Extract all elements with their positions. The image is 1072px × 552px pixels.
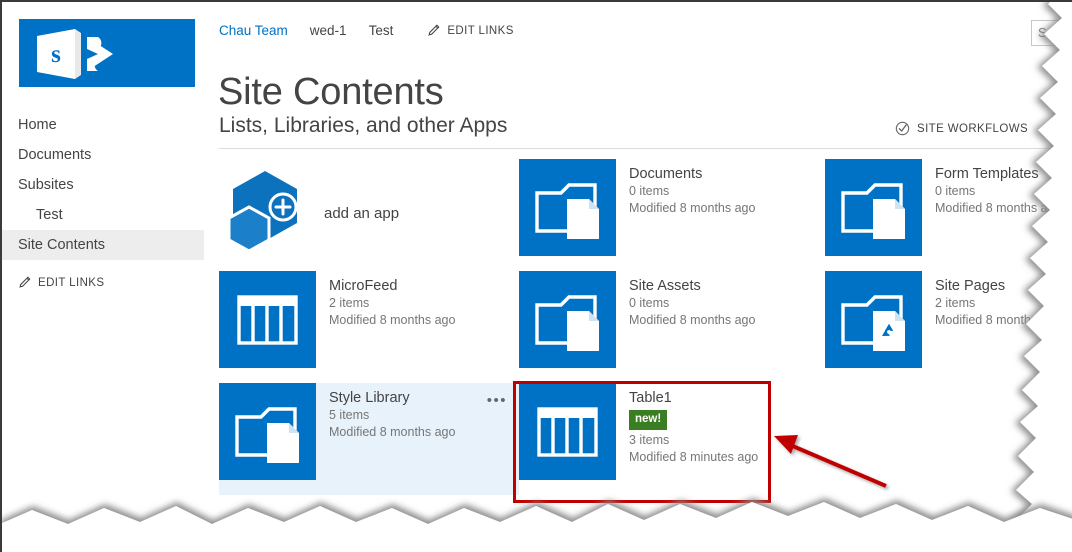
add-an-app-tile[interactable]: add an app [219, 159, 519, 271]
app-tile-site-pages[interactable]: Site Pages 2 items Modified 8 months ago [825, 271, 1072, 383]
app-tile-title: MicroFeed [329, 278, 398, 294]
workflow-check-icon [895, 121, 910, 136]
document-library-icon [519, 159, 616, 256]
section-divider [219, 148, 1067, 149]
screenshot-root: s Home Documents Subsites Test Site Cont… [0, 0, 1072, 552]
sidebar-edit-links-button[interactable]: EDIT LINKS [2, 260, 204, 289]
app-tile-modified: Modified 8 months ago [935, 201, 1062, 215]
sidebar-item-home[interactable]: Home [2, 110, 204, 140]
document-library-icon [219, 383, 316, 480]
app-tile-text: Site Pages 2 items Modified 8 months ago [935, 277, 1072, 329]
sidebar-item-subsites[interactable]: Subsites [2, 170, 204, 200]
pencil-icon [19, 276, 31, 288]
app-tile-modified: Modified 8 months ago [329, 425, 456, 439]
app-tile-documents[interactable]: Documents 0 items Modified 8 months ago [519, 159, 819, 271]
add-an-app-label: add an app [324, 205, 400, 222]
app-tile-text: Style Library ••• 5 items Modified 8 mon… [329, 389, 515, 441]
section-heading: Lists, Libraries, and other Apps [219, 114, 508, 137]
app-tile-item-count: 5 items [329, 408, 370, 422]
page-title: Site Contents [218, 71, 444, 114]
search-input[interactable]: Sea [1031, 20, 1072, 46]
app-tile-item-count: 0 items [935, 184, 976, 198]
app-tile-site-assets[interactable]: Site Assets 0 items Modified 8 months ag… [519, 271, 819, 383]
app-tile-item-count: 2 items [935, 296, 976, 310]
app-tile-text: Site Assets 0 items Modified 8 months ag… [629, 277, 815, 329]
breadcrumb-edit-links-button[interactable]: EDIT LINKS [427, 24, 513, 37]
site-workflows-label: SITE WORKFLOWS [917, 122, 1029, 135]
app-tile-form-templates[interactable]: Form Templates 0 items Modified 8 months… [825, 159, 1072, 271]
app-tile-item-count: 2 items [329, 296, 370, 310]
ellipsis-menu-icon[interactable]: ••• [487, 393, 507, 408]
app-tile-modified: Modified 8 months ago [329, 313, 456, 327]
app-tile-text: MicroFeed 2 items Modified 8 months ago [329, 277, 515, 329]
sidebar-item-site-contents[interactable]: Site Contents [2, 230, 204, 260]
app-tile-text: Form Templates 0 items Modified 8 months… [935, 165, 1072, 217]
sidebar-item-test[interactable]: Test [2, 200, 204, 230]
breadcrumb-edit-links-label: EDIT LINKS [447, 24, 514, 37]
app-tile-text: Documents 0 items Modified 8 months ago [629, 165, 815, 217]
list-icon [219, 271, 316, 368]
document-library-icon [825, 159, 922, 256]
svg-text:s: s [51, 41, 61, 68]
sharepoint-logo-icon: s [37, 29, 113, 79]
app-tile-modified: Modified 8 months ago [935, 313, 1062, 327]
document-library-icon [519, 271, 616, 368]
app-tile-item-count: 0 items [629, 184, 670, 198]
sharepoint-logo[interactable]: s [19, 19, 195, 87]
breadcrumb: Chau Team wed-1 Test EDIT LINKS [219, 23, 514, 38]
breadcrumb-item-chau-team[interactable]: Chau Team [219, 23, 288, 38]
sidebar-edit-links-label: EDIT LINKS [38, 276, 105, 289]
site-workflows-link[interactable]: SITE WORKFLOWS [895, 121, 1028, 136]
site-pages-icon [825, 271, 922, 368]
left-navigation: Home Documents Subsites Test Site Conten… [2, 110, 204, 289]
app-tile-microfeed[interactable]: MicroFeed 2 items Modified 8 months ago [219, 271, 519, 383]
sidebar-item-documents[interactable]: Documents [2, 140, 204, 170]
pencil-icon [428, 24, 440, 36]
app-tile-modified: Modified 8 months ago [629, 201, 756, 215]
page-sheet: s Home Documents Subsites Test Site Cont… [0, 0, 1072, 552]
breadcrumb-item-wed-1[interactable]: wed-1 [310, 23, 347, 38]
app-tile-item-count: 0 items [629, 296, 670, 310]
app-tile-title: Site Assets [629, 278, 701, 294]
hexagon-plus-icon [227, 171, 298, 249]
app-tile-title: Site Pages [935, 278, 1006, 294]
app-tile-style-library[interactable]: Style Library ••• 5 items Modified 8 mon… [219, 383, 519, 495]
breadcrumb-item-test[interactable]: Test [369, 23, 394, 38]
app-tile-title: Documents [629, 166, 703, 182]
app-tile-modified: Modified 8 months ago [629, 313, 756, 327]
app-tile-title: Form Templates [935, 166, 1039, 182]
annotation-highlight-box [513, 381, 771, 503]
